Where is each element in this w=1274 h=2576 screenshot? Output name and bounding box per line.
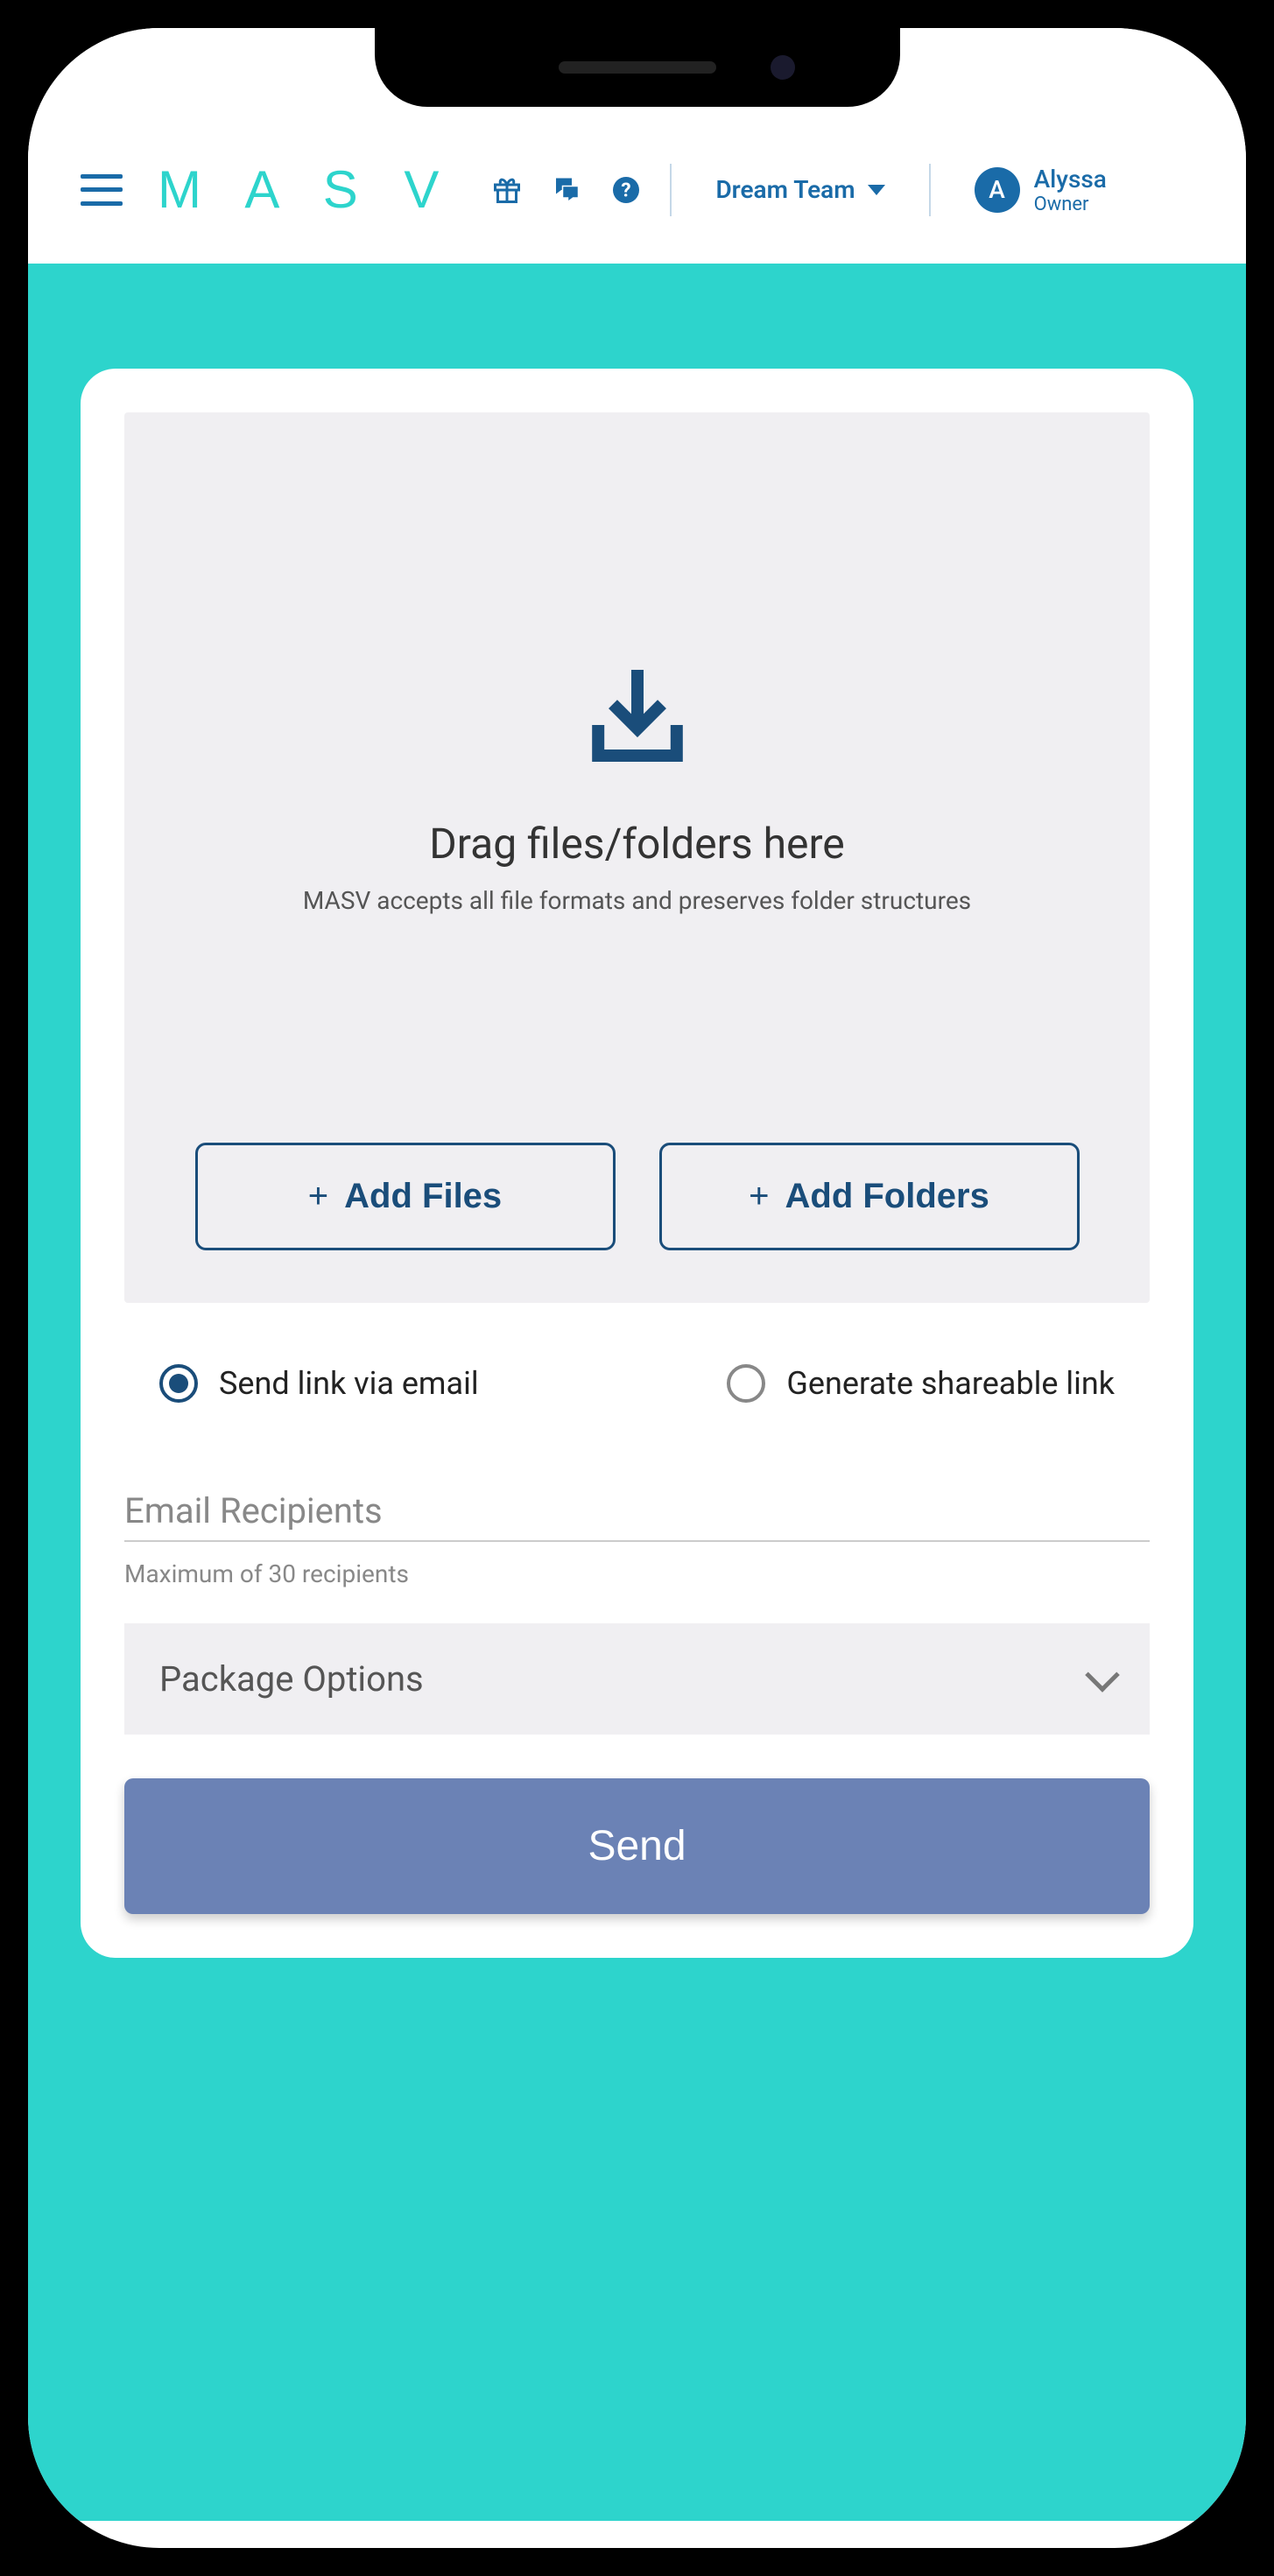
package-options-dropdown[interactable]: Package Options bbox=[124, 1623, 1150, 1735]
gift-icon[interactable] bbox=[489, 172, 524, 208]
package-options-label: Package Options bbox=[159, 1658, 424, 1700]
dropzone-title: Drag files/folders here bbox=[159, 819, 1115, 869]
radio-label: Send link via email bbox=[219, 1365, 479, 1402]
user-role: Owner bbox=[1034, 194, 1107, 215]
add-folders-label: Add Folders bbox=[785, 1177, 989, 1216]
radio-icon bbox=[727, 1364, 765, 1403]
plus-icon: + bbox=[749, 1177, 769, 1216]
avatar: A bbox=[975, 167, 1020, 213]
team-selector[interactable]: Dream Team bbox=[698, 175, 902, 204]
radio-send-email[interactable]: Send link via email bbox=[159, 1364, 479, 1403]
user-name: Alyssa bbox=[1034, 165, 1107, 194]
chevron-down-icon bbox=[868, 185, 885, 195]
team-name: Dream Team bbox=[715, 175, 855, 204]
phone-side-button bbox=[1269, 683, 1274, 963]
phone-side-button bbox=[0, 630, 5, 806]
radio-icon bbox=[159, 1364, 198, 1403]
add-folders-button[interactable]: + Add Folders bbox=[659, 1143, 1080, 1250]
phone-screen: M A S V ? Dream Team A bbox=[28, 28, 1246, 2548]
content-area: Drag files/folders here MASV accepts all… bbox=[28, 264, 1246, 2521]
divider bbox=[929, 164, 931, 216]
email-recipients-label: Email Recipients bbox=[124, 1490, 1150, 1531]
radio-label: Generate shareable link bbox=[786, 1365, 1115, 1402]
phone-notch bbox=[375, 28, 900, 107]
radio-generate-link[interactable]: Generate shareable link bbox=[727, 1364, 1115, 1403]
add-files-label: Add Files bbox=[344, 1177, 502, 1216]
phone-frame: M A S V ? Dream Team A bbox=[0, 0, 1274, 2576]
upload-card: Drag files/folders here MASV accepts all… bbox=[81, 369, 1193, 1958]
recipients-hint: Maximum of 30 recipients bbox=[124, 1559, 1150, 1588]
chevron-down-icon bbox=[1085, 1658, 1120, 1693]
user-menu[interactable]: A Alyssa Owner bbox=[957, 165, 1107, 215]
help-icon[interactable]: ? bbox=[609, 172, 644, 208]
dropzone-subtitle: MASV accepts all file formats and preser… bbox=[159, 886, 1115, 915]
dropzone[interactable]: Drag files/folders here MASV accepts all… bbox=[124, 412, 1150, 1303]
topbar-icons: ? bbox=[489, 172, 644, 208]
brand-logo: M A S V bbox=[149, 159, 463, 220]
plus-icon: + bbox=[308, 1177, 328, 1216]
chat-icon[interactable] bbox=[549, 172, 584, 208]
download-icon bbox=[576, 658, 699, 780]
svg-text:?: ? bbox=[622, 179, 631, 201]
add-files-button[interactable]: + Add Files bbox=[195, 1143, 616, 1250]
menu-icon[interactable] bbox=[81, 174, 123, 206]
phone-camera bbox=[771, 55, 795, 80]
phone-side-button bbox=[0, 473, 5, 569]
send-button[interactable]: Send bbox=[124, 1778, 1150, 1914]
phone-speaker bbox=[559, 61, 716, 74]
phone-side-button bbox=[0, 849, 5, 1024]
divider bbox=[670, 164, 672, 216]
email-recipients-input[interactable]: Email Recipients bbox=[124, 1490, 1150, 1542]
share-mode-options: Send link via email Generate shareable l… bbox=[124, 1303, 1150, 1455]
